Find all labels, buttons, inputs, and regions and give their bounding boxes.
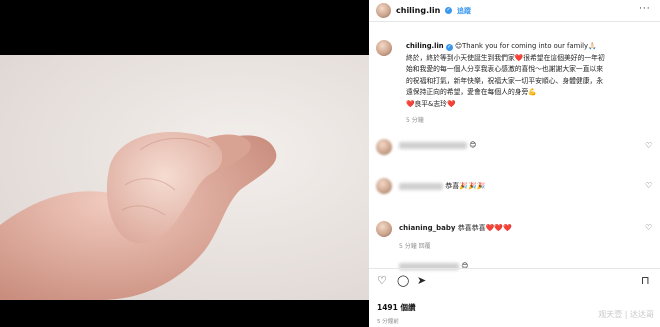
comment-icon[interactable]: ◯ [397, 274, 409, 287]
more-icon[interactable]: ··· [639, 4, 651, 14]
post-caption: chiling.lin ✓ 😊Thank you for coming into… [406, 41, 656, 110]
post-time-ago: 5 分鐘前 [377, 319, 399, 325]
verified-icon: ✓ [445, 7, 452, 14]
blurred-username [399, 182, 443, 190]
comment-text: 恭喜🎉🎉🎉 [445, 182, 486, 190]
bookmark-icon[interactable]: ⊓ [641, 274, 650, 287]
comment-meta[interactable]: 5 分鐘 回覆 [399, 241, 431, 250]
comment-item: 😊 [399, 141, 477, 149]
caption-line3: 始和我愛的每一個人分享我衷心感激的喜悅～也謝謝大家一直以來 [406, 65, 604, 73]
comment-avatar[interactable] [376, 139, 392, 155]
verified-icon: ✓ [445, 44, 453, 51]
comment-item: chianing_baby 恭喜恭喜❤️❤️❤️ [399, 223, 512, 233]
caption-time: 5 分鐘 [406, 117, 424, 124]
likes-count[interactable]: 1491 個讚 [377, 302, 416, 313]
post-photo[interactable] [0, 55, 369, 300]
caption-line4: 的祝福和打氣，新年快樂，祝福大家一切平安順心、身體健康，永 [406, 76, 604, 85]
watermark: 观天壹 | 达达哥 [598, 310, 654, 319]
post-details-pane: chiling.lin ✓ 追蹤 ··· chiling.lin ✓ 😊Than… [369, 0, 660, 327]
comment-avatar[interactable] [376, 178, 392, 194]
caption-line2: 終於，終於等到小天使誕生到我們家❤️很希望在這個美好的一年初 [406, 53, 605, 62]
caption-avatar[interactable] [376, 40, 392, 56]
baby-hand-photo [0, 132, 277, 300]
heart-icon[interactable]: ♡ [645, 223, 652, 232]
comment-item: 恭喜🎉🎉🎉 [399, 181, 485, 191]
comment-avatar[interactable] [376, 221, 392, 237]
share-icon[interactable]: ➤ [417, 274, 426, 287]
post-username[interactable]: chiling.lin [396, 6, 440, 15]
blurred-username [399, 141, 467, 149]
caption-line6: ❤️良平&志玲❤️ [406, 99, 456, 108]
caption-line1: 😊Thank you for coming into our family🙏🏻 [455, 42, 597, 50]
post-header: chiling.lin ✓ 追蹤 ··· [369, 0, 660, 22]
comment-username[interactable]: chianing_baby [399, 224, 455, 232]
comment-text: 恭喜恭喜❤️❤️❤️ [457, 224, 512, 232]
avatar[interactable] [376, 3, 391, 18]
heart-icon[interactable]: ♡ [645, 181, 652, 190]
comment-text: 😊 [469, 141, 477, 149]
caption-username[interactable]: chiling.lin [406, 42, 444, 50]
action-bar: ♡ ◯ ➤ ⊓ [369, 268, 660, 290]
post-image-pane [0, 0, 369, 327]
heart-icon[interactable]: ♡ [645, 141, 652, 150]
caption-line5: 遠保持正向的希望，愛會在每個人的身旁💪 [406, 88, 537, 96]
follow-button[interactable]: 追蹤 [457, 6, 471, 16]
heart-icon[interactable]: ♡ [377, 274, 387, 287]
